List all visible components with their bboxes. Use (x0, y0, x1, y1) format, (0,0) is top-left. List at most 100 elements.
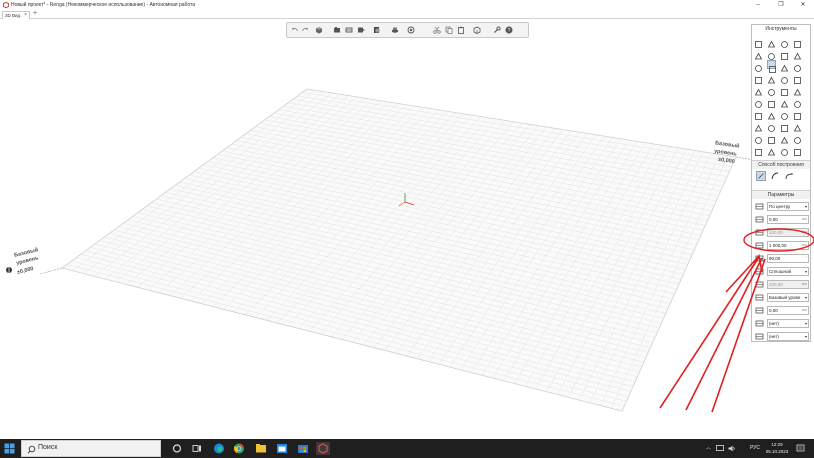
equipment-tool-icon[interactable] (767, 96, 776, 108)
properties-icon[interactable] (473, 26, 481, 34)
param-dropdown[interactable]: (нет) ▾ (767, 332, 809, 341)
view-cube-icon[interactable] (315, 26, 323, 34)
param-input[interactable]: 0,00 мм (767, 215, 809, 224)
beam-tool-icon[interactable] (754, 60, 763, 72)
sheet-tool-icon[interactable] (767, 132, 776, 144)
param-value: 90,00 (769, 256, 781, 261)
pipe-tool-icon[interactable] (754, 108, 763, 120)
visibility-icon[interactable] (391, 26, 399, 34)
store-icon[interactable] (296, 442, 310, 455)
plate-tool-icon[interactable] (754, 96, 763, 108)
ramp-tool-icon[interactable] (793, 72, 802, 84)
door-tool-icon[interactable] (754, 84, 763, 96)
language-indicator[interactable]: РУС (750, 439, 760, 458)
param-dropdown[interactable]: Сплошной ▾ (767, 267, 809, 276)
renga-taskbar-icon[interactable] (316, 442, 330, 455)
drawing-tool-icon[interactable] (780, 132, 789, 144)
marker-tool-icon[interactable] (767, 144, 776, 156)
param-dropdown[interactable]: (нет) ▾ (767, 319, 809, 328)
panel-tool-icon[interactable] (793, 60, 802, 72)
add-tab-button[interactable]: + (33, 10, 37, 18)
line-method-icon[interactable] (756, 171, 766, 181)
dimension-tool-icon[interactable] (754, 144, 763, 156)
arc-3pt-method-icon[interactable] (784, 171, 794, 181)
assembly-tool-icon[interactable] (754, 132, 763, 144)
param-row: 200,00 мм (755, 280, 809, 289)
layer-icon (755, 333, 764, 340)
pen-tool-icon[interactable] (793, 48, 802, 60)
clock-date: 05.10.2023 (765, 449, 789, 454)
polyline-tool-icon[interactable] (767, 48, 776, 60)
select-tool-icon[interactable] (754, 36, 763, 48)
roof-slope-tool-icon[interactable] (767, 108, 776, 120)
fixture-tool-icon[interactable] (767, 120, 776, 132)
notifications-icon[interactable] (796, 444, 805, 453)
param-row: 1 000,00 мм (755, 241, 809, 250)
axis-tool-icon[interactable] (767, 72, 776, 84)
label-tool-icon[interactable] (793, 132, 802, 144)
cortana-icon[interactable] (170, 442, 184, 455)
roof-tool-icon[interactable] (780, 84, 789, 96)
line-tool-icon[interactable] (754, 48, 763, 60)
brush-tool-icon[interactable] (780, 144, 789, 156)
box-tool-icon[interactable] (780, 36, 789, 48)
offset-icon (755, 216, 764, 223)
column-tool-icon[interactable] (780, 60, 789, 72)
window-tool-icon[interactable] (767, 84, 776, 96)
help-icon[interactable]: ? (505, 26, 513, 34)
display-style-icon[interactable] (373, 26, 381, 34)
maximize-button[interactable]: ❐ (770, 0, 792, 10)
stair-tool-icon[interactable] (754, 72, 763, 84)
tab-3d-view[interactable]: 3D Вид × (2, 11, 30, 19)
copy-tool-icon[interactable] (793, 36, 802, 48)
taskbar-clock[interactable]: 12:29 05.10.2023 (762, 441, 792, 455)
chrome-icon[interactable] (232, 442, 246, 455)
minimize-button[interactable]: – (747, 0, 769, 10)
style-icon (755, 320, 764, 327)
param-input[interactable]: 1 000,00 мм (767, 241, 809, 250)
wall-tool-icon[interactable] (767, 60, 776, 73)
paste-icon[interactable] (457, 26, 465, 34)
camera-icon[interactable] (333, 26, 341, 34)
tray-chevron-icon[interactable]: ︿ (706, 439, 711, 458)
foundation-tool-icon[interactable] (793, 108, 802, 120)
opening-tool-icon[interactable] (793, 84, 802, 96)
copy-icon[interactable] (445, 26, 453, 34)
file-explorer-icon[interactable] (254, 442, 268, 455)
text-tool-icon[interactable] (793, 144, 802, 156)
param-dropdown[interactable]: По центру ▾ (767, 202, 809, 211)
param-input[interactable]: 0,00 мм (767, 306, 809, 315)
title-bar: Новый проект* - Renga (Некоммерческое ис… (0, 0, 814, 10)
redo-icon[interactable] (301, 26, 309, 34)
element-tool-icon[interactable] (780, 96, 789, 108)
tab-close-icon[interactable]: × (24, 12, 27, 19)
windows-start-icon[interactable] (4, 443, 15, 454)
duct-tool-icon[interactable] (793, 96, 802, 108)
undo-icon[interactable] (291, 26, 299, 34)
network-icon[interactable] (716, 445, 724, 452)
3d-viewport[interactable]: Базовый уровень ±0,000 Базовый уровень ±… (0, 19, 814, 439)
level-icon[interactable] (345, 26, 353, 34)
param-dropdown[interactable]: Базовый урове ▾ (767, 293, 809, 302)
close-button[interactable]: ✕ (792, 0, 814, 10)
settings-icon[interactable] (493, 26, 501, 34)
filter-icon[interactable] (407, 26, 415, 34)
param-unit: ° (805, 256, 807, 260)
window-title: Новый проект* - Renga (Некоммерческое ис… (11, 2, 196, 8)
railing-tool-icon[interactable] (780, 108, 789, 120)
pan-tool-icon[interactable] (767, 36, 776, 48)
calendar-icon[interactable] (275, 442, 289, 455)
hole-tool-icon[interactable] (754, 120, 763, 132)
param-input[interactable]: 90,00 ° (767, 254, 809, 263)
volume-icon[interactable] (728, 445, 736, 452)
task-view-icon[interactable] (190, 442, 204, 455)
taskbar-search-box[interactable]: Поиск (21, 440, 161, 457)
arc-method-icon[interactable] (770, 171, 780, 181)
room-tool-icon[interactable] (780, 72, 789, 84)
route-tool-icon[interactable] (793, 120, 802, 132)
section-icon[interactable] (357, 26, 365, 34)
rebar-tool-icon[interactable] (780, 120, 789, 132)
cut-icon[interactable] (433, 26, 441, 34)
edge-icon[interactable] (212, 442, 226, 455)
fill-tool-icon[interactable] (780, 48, 789, 60)
